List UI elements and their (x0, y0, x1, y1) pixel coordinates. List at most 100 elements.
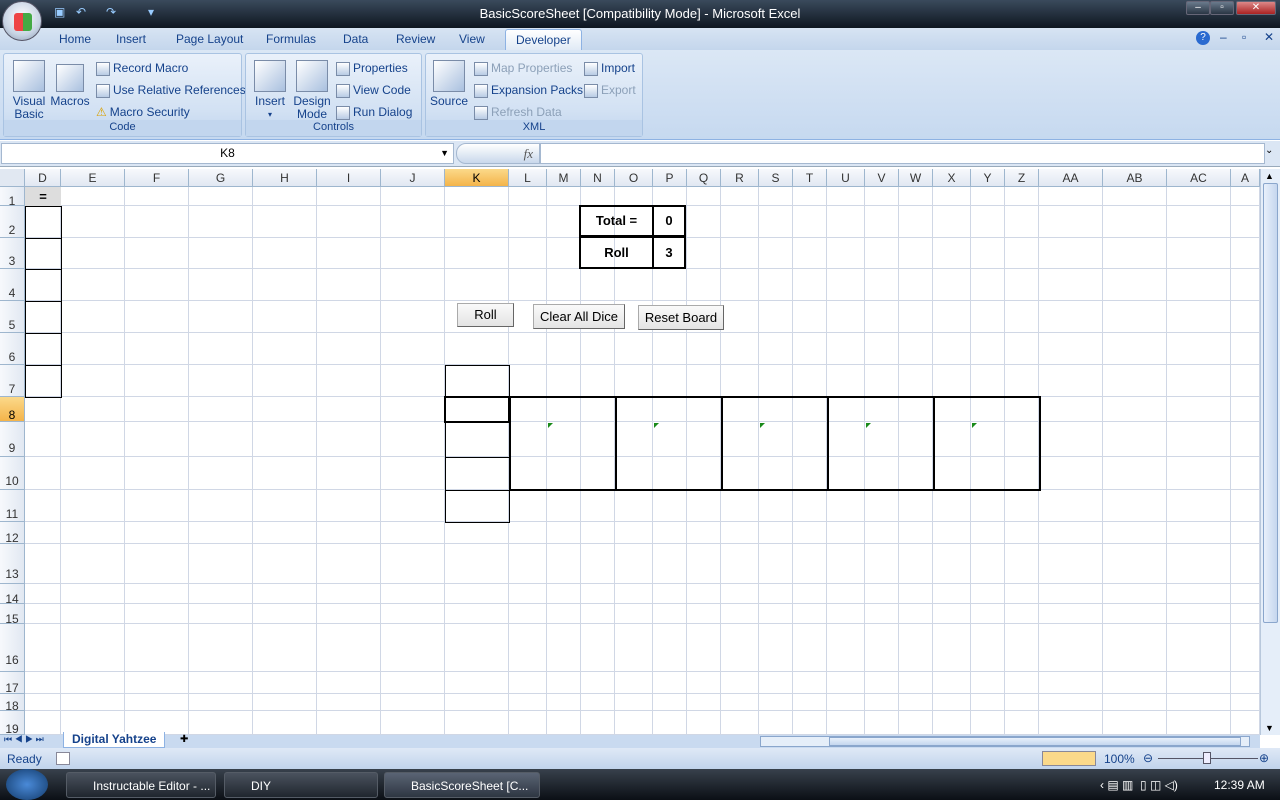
column-header-O[interactable]: O (615, 169, 653, 187)
column-header-G[interactable]: G (189, 169, 253, 187)
macro-security-button[interactable]: ⚠ Macro Security (96, 105, 190, 119)
taskbar-item-firefox[interactable]: Instructable Editor - ... (66, 772, 216, 798)
row-header-7[interactable]: 7 (0, 365, 25, 397)
column-header-W[interactable]: W (899, 169, 933, 187)
refresh-data-button[interactable]: Refresh Data (474, 105, 562, 120)
run-dialog-button[interactable]: Run Dialog (336, 105, 412, 120)
roll-label-cell[interactable]: Roll (579, 236, 654, 269)
column-header-A[interactable]: A (1231, 169, 1260, 187)
taskbar-item-excel[interactable]: BasicScoreSheet [C... (384, 772, 540, 798)
ribbon-minimize-icon[interactable]: – (1220, 30, 1227, 44)
cell-d1[interactable]: = (25, 187, 61, 206)
row-header-2[interactable]: 2 (0, 206, 25, 238)
ribbon-restore-icon[interactable]: ▫ (1242, 30, 1246, 44)
die-5[interactable] (933, 396, 1041, 491)
view-buttons[interactable] (1042, 751, 1096, 766)
row-header-4[interactable]: 4 (0, 269, 25, 301)
row-header-14[interactable]: 14 (0, 584, 25, 606)
column-header-F[interactable]: F (125, 169, 189, 187)
tab-insert[interactable]: Insert (116, 32, 146, 46)
column-header-Y[interactable]: Y (971, 169, 1005, 187)
roll-count-cell[interactable]: 3 (652, 236, 686, 269)
scroll-up-icon[interactable]: ▲ (1265, 171, 1274, 181)
row-header-3[interactable]: 3 (0, 238, 25, 269)
score-cell-d5[interactable] (25, 301, 62, 334)
row-header-15[interactable]: 15 (0, 604, 25, 626)
column-header-M[interactable]: M (547, 169, 581, 187)
macros-button[interactable]: Macros (50, 64, 90, 108)
tab-developer[interactable]: Developer (505, 29, 582, 51)
cell-k7[interactable] (445, 365, 510, 398)
column-header-P[interactable]: P (653, 169, 687, 187)
score-cell-d7[interactable] (25, 365, 62, 398)
roll-button[interactable]: Roll (457, 303, 514, 327)
score-cell-d4[interactable] (25, 269, 62, 302)
map-properties-button[interactable]: Map Properties (474, 61, 572, 76)
row-header-18[interactable]: 18 (0, 694, 25, 713)
source-button[interactable]: Source (429, 60, 469, 108)
close-button[interactable]: ✕ (1236, 1, 1276, 15)
workbook-close-icon[interactable]: ✕ (1264, 30, 1274, 44)
expansion-packs-button[interactable]: Expansion Packs (474, 83, 583, 98)
column-header-V[interactable]: V (865, 169, 899, 187)
scroll-thumb[interactable] (1263, 183, 1278, 623)
score-cell-d6[interactable] (25, 333, 62, 366)
row-header-11[interactable]: 11 (0, 490, 25, 522)
die-4[interactable] (827, 396, 935, 491)
use-relative-references-button[interactable]: Use Relative References (96, 83, 246, 98)
cell-k10[interactable] (445, 457, 510, 491)
row-header-10[interactable]: 10 (0, 457, 25, 490)
score-cell-d3[interactable] (25, 238, 62, 270)
customize-qat-icon[interactable]: ▾ (148, 5, 162, 19)
sheet-tab-digital-yahtzee[interactable]: Digital Yahtzee (63, 732, 166, 748)
export-button[interactable]: Export (584, 83, 636, 98)
column-header-S[interactable]: S (759, 169, 793, 187)
undo-icon[interactable]: ↶ (76, 5, 90, 19)
scroll-down-icon[interactable]: ▼ (1265, 723, 1274, 733)
design-mode-button[interactable]: Design Mode (291, 60, 333, 121)
column-header-Z[interactable]: Z (1005, 169, 1039, 187)
column-header-T[interactable]: T (793, 169, 827, 187)
column-header-AC[interactable]: AC (1167, 169, 1231, 187)
column-header-Q[interactable]: Q (687, 169, 721, 187)
redo-icon[interactable]: ↷ (106, 5, 120, 19)
row-header-16[interactable]: 16 (0, 624, 25, 672)
column-header-J[interactable]: J (381, 169, 445, 187)
column-header-I[interactable]: I (317, 169, 381, 187)
row-header-12[interactable]: 12 (0, 522, 25, 545)
cell-k9[interactable] (445, 422, 510, 458)
horizontal-scrollbar[interactable] (760, 736, 1250, 747)
macro-record-icon[interactable] (56, 752, 70, 765)
maximize-button[interactable]: ▫ (1210, 1, 1234, 15)
reset-board-button[interactable]: Reset Board (638, 305, 724, 330)
column-header-N[interactable]: N (581, 169, 615, 187)
column-header-X[interactable]: X (933, 169, 971, 187)
zoom-level[interactable]: 100% (1104, 752, 1135, 766)
clock[interactable]: 12:39 AM (1214, 778, 1265, 792)
column-header-D[interactable]: D (25, 169, 61, 187)
sheet-nav-arrows[interactable]: ⏮ ◀ ▶ ⏭ (4, 734, 44, 745)
spreadsheet-grid[interactable]: D E F G H I J K L M N O P Q R S T U V W X Y Z AA AB AC A 1 2 3 4 5 6 7 8 9 1… (0, 169, 1260, 735)
score-cell-d2[interactable] (25, 206, 62, 239)
row-header-17[interactable]: 17 (0, 672, 25, 695)
minimize-button[interactable]: – (1186, 1, 1210, 15)
tab-page-layout[interactable]: Page Layout (176, 32, 243, 46)
row-header-8[interactable]: 8 (0, 397, 25, 422)
row-header-1[interactable]: 1 (0, 187, 25, 208)
visual-basic-button[interactable]: Visual Basic (9, 60, 49, 121)
vertical-scrollbar[interactable]: ▲ ▼ (1260, 169, 1280, 735)
tab-formulas[interactable]: Formulas (266, 32, 316, 46)
row-header-19[interactable]: 19 (0, 711, 25, 735)
row-header-5[interactable]: 5 (0, 301, 25, 333)
tab-review[interactable]: Review (396, 32, 435, 46)
column-header-K[interactable]: K (445, 169, 509, 187)
formula-input[interactable] (540, 143, 1265, 164)
select-all-button[interactable] (0, 169, 25, 187)
tab-view[interactable]: View (459, 32, 485, 46)
column-header-U[interactable]: U (827, 169, 865, 187)
name-box[interactable]: K8 ▼ (1, 143, 454, 164)
save-icon[interactable]: ▣ (54, 5, 68, 19)
column-header-AA[interactable]: AA (1039, 169, 1103, 187)
office-button[interactable] (2, 1, 42, 41)
row-header-9[interactable]: 9 (0, 422, 25, 457)
